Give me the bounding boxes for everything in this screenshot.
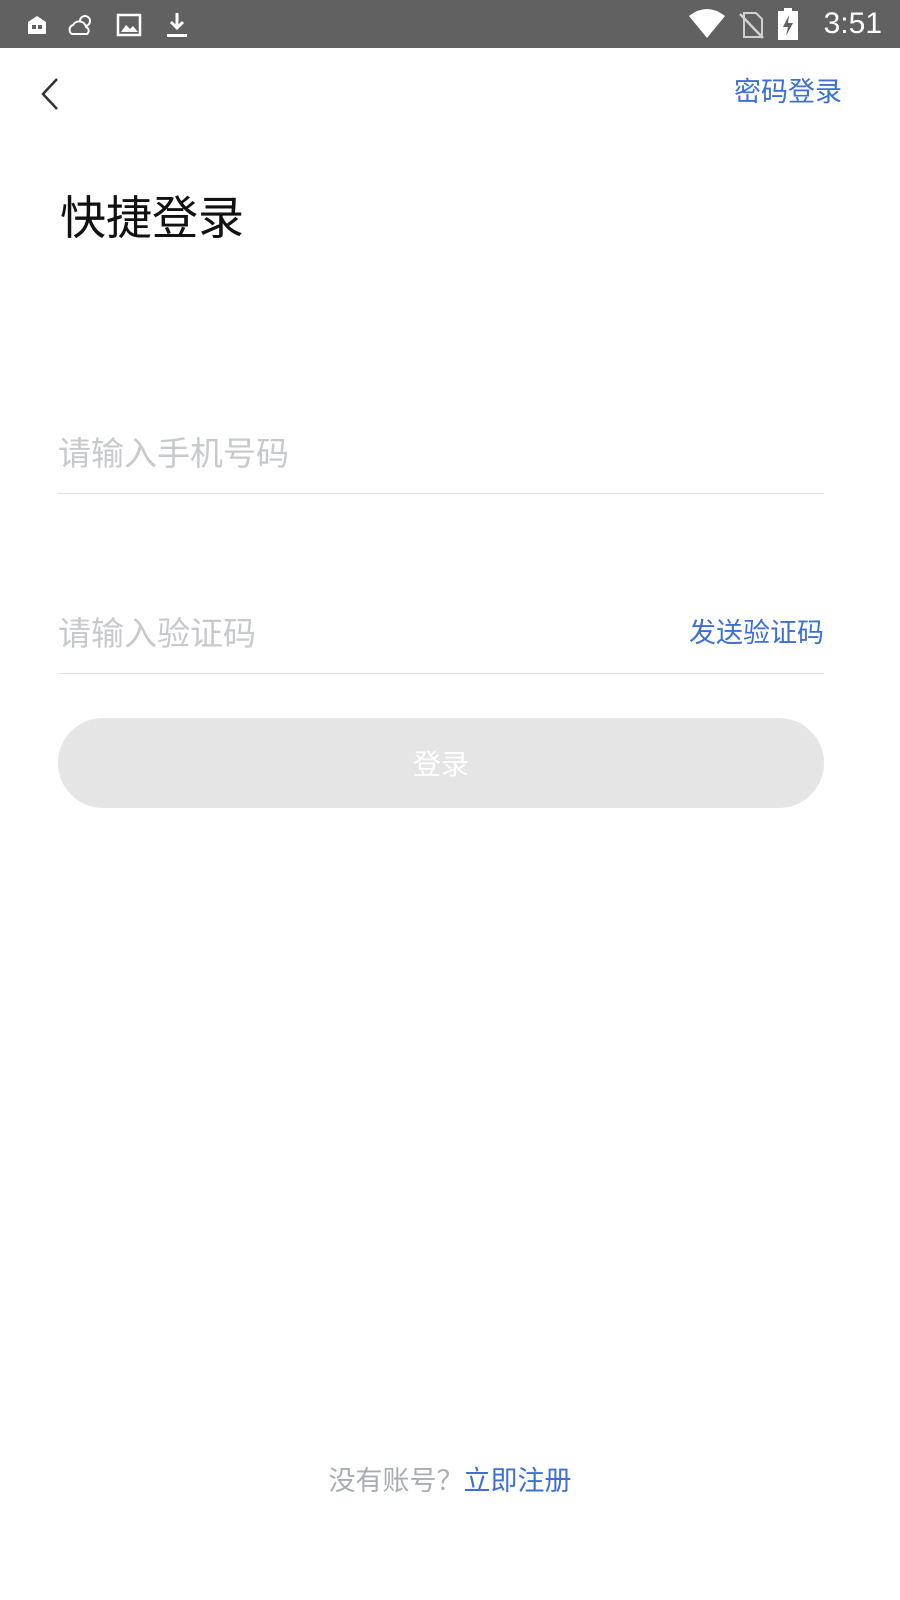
download-icon: [167, 13, 187, 37]
register-link[interactable]: 立即注册: [464, 1466, 572, 1497]
weather-icon: [68, 15, 91, 35]
no-sim-icon: [739, 12, 764, 39]
phone-input[interactable]: [58, 423, 824, 484]
chevron-left-icon: [41, 78, 58, 110]
image-icon: [116, 13, 142, 37]
register-prompt: 没有账号？立即注册: [0, 1462, 900, 1502]
app-notification-icon: [28, 16, 46, 34]
verification-code-field: 发送验证码: [58, 594, 824, 674]
login-screen: 3:51 密码登录 快捷登录 发送验证码 登录 没有账号？立即注册: [0, 0, 900, 1600]
password-login-link[interactable]: 密码登录: [734, 74, 842, 112]
verification-code-input[interactable]: [58, 603, 689, 664]
wifi-icon: [689, 9, 725, 38]
login-button[interactable]: 登录: [58, 718, 824, 808]
back-button[interactable]: [30, 72, 70, 116]
send-code-button[interactable]: 发送验证码: [689, 615, 824, 653]
page-title: 快捷登录: [60, 191, 244, 245]
phone-field: [58, 414, 824, 494]
battery-charging-icon: [778, 8, 798, 40]
status-time: 3:51: [823, 7, 882, 40]
no-account-text: 没有账号？: [328, 1466, 464, 1497]
status-bar: 3:51: [0, 0, 900, 48]
